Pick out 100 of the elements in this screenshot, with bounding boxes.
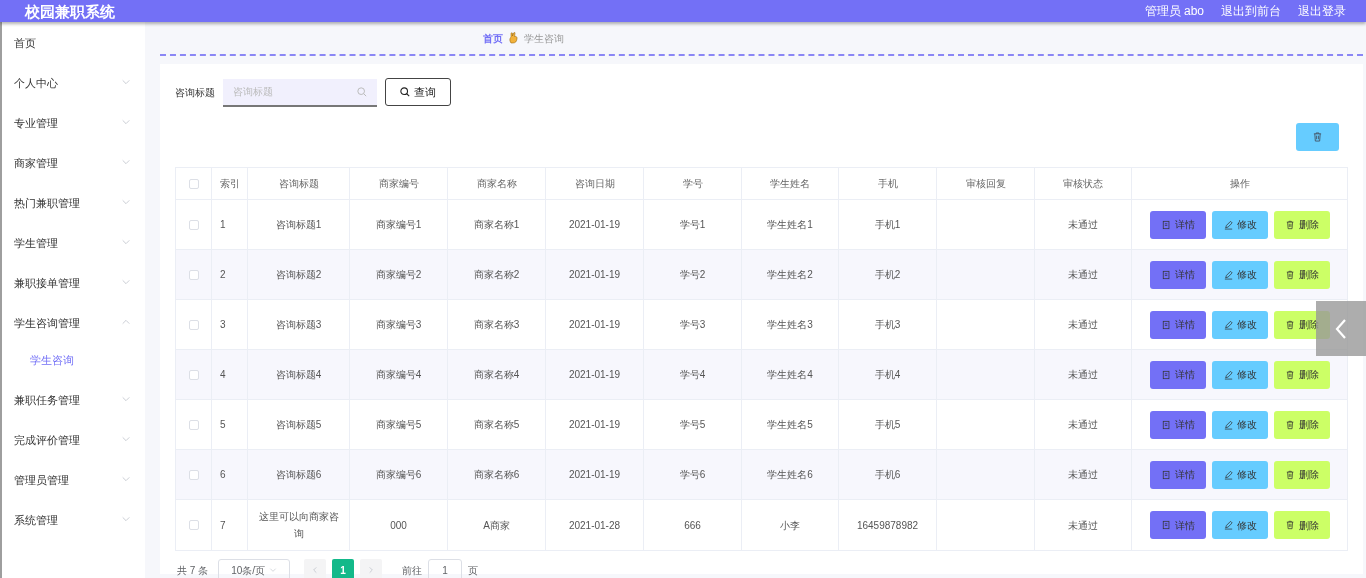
delete-button[interactable]: 删除	[1274, 460, 1330, 489]
table-cell-text: 3	[220, 318, 226, 332]
table-cell-text: 学号2	[679, 268, 706, 282]
edit-button[interactable]: 修改	[1212, 210, 1268, 239]
admin-user-label: 管理员 abo	[1144, 5, 1204, 17]
sidebar-item[interactable]: 专业管理	[2, 112, 145, 152]
chevron-down-icon	[121, 197, 131, 207]
sidebar-item[interactable]: 兼职接单管理	[2, 272, 145, 312]
chevron-right-icon	[367, 566, 376, 574]
table-cell-text: 手机1	[874, 218, 901, 232]
checkbox[interactable]	[188, 219, 199, 230]
delete-button[interactable]: 删除	[1274, 410, 1330, 439]
breadcrumb-link[interactable]: 首页	[483, 30, 503, 46]
sidebar-item[interactable]: 学生管理	[2, 232, 145, 272]
sidebar-item[interactable]: 商家管理	[2, 152, 145, 192]
trash-icon	[1313, 132, 1322, 142]
pencil-icon	[1223, 419, 1233, 430]
table-cell-text: 学生姓名1	[767, 218, 813, 232]
table-cell-text: 未通过	[1068, 368, 1098, 382]
next-page-button[interactable]	[360, 559, 383, 578]
document-icon	[1161, 469, 1171, 480]
column-header: 审核状态	[1063, 177, 1103, 191]
sidebar-item[interactable]: 管理员管理	[2, 469, 145, 509]
checkbox[interactable]	[188, 419, 199, 430]
sidebar-item[interactable]: 完成评价管理	[2, 429, 145, 469]
chevron-down-icon	[121, 474, 131, 484]
header-link[interactable]: 退出到前台	[1221, 5, 1281, 17]
column-header: 咨询标题	[278, 177, 319, 191]
table-cell-text: 咨询标题3	[275, 318, 322, 332]
column-header: 操作	[1230, 177, 1250, 191]
table-cell-text: 学号3	[679, 318, 706, 332]
table-cell-text: 手机3	[874, 318, 901, 332]
sidebar-item[interactable]: 兼职任务管理	[2, 389, 145, 429]
sidebar-item[interactable]: 热门兼职管理	[2, 192, 145, 232]
trash-icon	[1285, 319, 1295, 330]
table-cell-text: 咨询标题4	[275, 368, 322, 382]
search-field[interactable]: 咨询标题	[223, 78, 377, 107]
breadcrumb-current: 学生咨询	[524, 31, 564, 46]
bulk-delete-button[interactable]	[1296, 123, 1339, 151]
edit-button[interactable]: 修改	[1212, 360, 1268, 389]
search-icon	[400, 87, 410, 97]
table-cell-text: 商家名称6	[473, 468, 520, 482]
table-cell-text: 1	[220, 218, 226, 232]
document-icon	[1161, 269, 1171, 280]
delete-button[interactable]: 删除	[1274, 360, 1330, 389]
column-header: 商家编号	[378, 177, 419, 191]
delete-button[interactable]: 删除	[1274, 260, 1330, 289]
table-cell-text: 2	[220, 268, 226, 282]
table-cell-text: 4	[220, 368, 226, 382]
checkbox[interactable]	[188, 178, 199, 189]
table-cell-text: 手机5	[874, 418, 901, 432]
table-cell-text: 2021-01-19	[568, 468, 621, 482]
edit-button[interactable]: 修改	[1212, 260, 1268, 289]
table-cell-text: 咨询标题6	[275, 468, 322, 482]
column-header: 手机	[877, 177, 898, 191]
goto-page-field[interactable]: 1	[428, 559, 463, 578]
checkbox[interactable]	[188, 369, 199, 380]
pencil-icon	[1223, 269, 1233, 280]
table-cell-text: 商家名称2	[473, 268, 520, 282]
checkbox[interactable]	[188, 319, 199, 330]
table-cell-text: 商家名称1	[473, 218, 520, 232]
edit-button[interactable]: 修改	[1212, 511, 1268, 539]
table-cell-text: 2021-01-19	[568, 218, 621, 232]
chevron-down-icon	[121, 434, 131, 444]
document-icon	[1161, 520, 1171, 530]
edit-button[interactable]: 修改	[1212, 410, 1268, 439]
table-cell-text: 商家编号2	[375, 268, 422, 282]
table-cell-text: 商家编号4	[375, 368, 422, 382]
delete-button[interactable]: 删除	[1274, 511, 1330, 539]
header-link[interactable]: 退出登录	[1298, 5, 1346, 17]
table-cell-text: 商家名称4	[473, 368, 520, 382]
query-button[interactable]: 查询	[385, 78, 451, 106]
table-cell-text: 7	[220, 518, 226, 533]
table-cell-text: 商家名称5	[473, 418, 520, 432]
total-count: 共 7 条	[177, 563, 209, 578]
checkbox[interactable]	[188, 269, 199, 280]
delete-button[interactable]: 删除	[1274, 210, 1330, 239]
table-cell-text: 学生姓名6	[767, 468, 813, 482]
sidebar-item[interactable]: 系统管理	[2, 509, 145, 549]
submenu-item[interactable]: 学生咨询	[2, 352, 145, 389]
table-cell-text: 商家名称3	[473, 318, 520, 332]
column-header: 咨询日期	[574, 177, 615, 191]
chevron-down-icon	[121, 157, 131, 167]
app-title: 校园兼职系统	[25, 3, 115, 19]
sidebar-item[interactable]: 个人中心	[2, 72, 145, 112]
edit-button[interactable]: 修改	[1212, 460, 1268, 489]
table-cell-text: 2021-01-19	[568, 368, 621, 382]
checkbox[interactable]	[188, 469, 199, 480]
prev-page-button[interactable]	[304, 559, 327, 578]
hand-icon	[509, 32, 518, 44]
edit-button[interactable]: 修改	[1212, 310, 1268, 339]
sidebar-item[interactable]: 首页	[2, 32, 145, 72]
sidebar-item[interactable]: 学生咨询管理	[2, 312, 145, 352]
pencil-icon	[1223, 219, 1233, 230]
page-size-select[interactable]: 10条/页	[218, 559, 291, 578]
chevron-down-icon	[121, 237, 131, 247]
checkbox[interactable]	[188, 520, 199, 530]
trash-icon	[1285, 269, 1295, 280]
page-suffix-label: 页	[468, 563, 479, 578]
chevron-down-icon	[121, 277, 131, 287]
